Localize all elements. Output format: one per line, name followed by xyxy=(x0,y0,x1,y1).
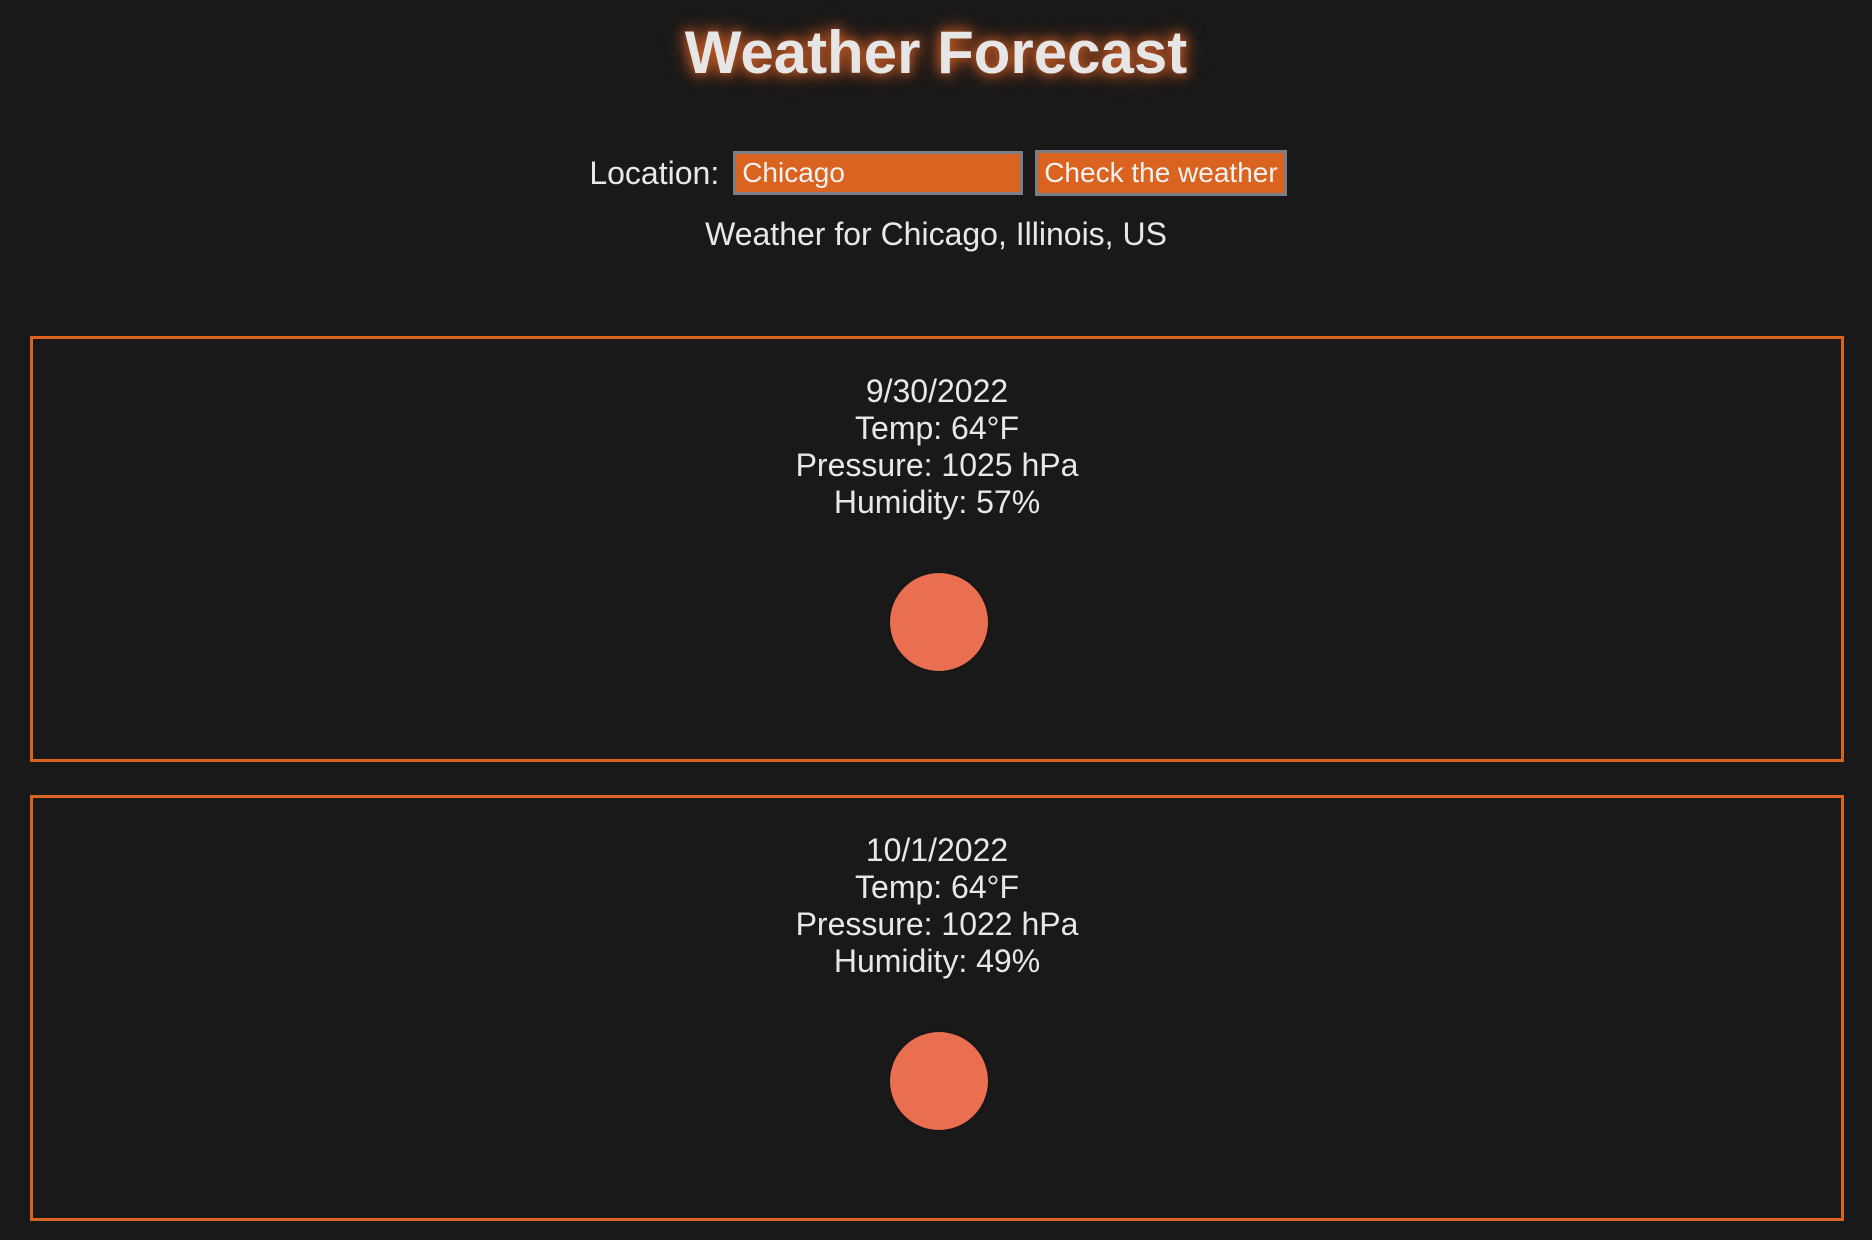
sun-icon xyxy=(890,1032,988,1130)
sun-icon xyxy=(890,573,988,671)
location-label: Location: xyxy=(589,154,720,191)
forecast-humidity: Humidity: 57% xyxy=(833,484,1041,520)
check-weather-button[interactable]: Check the weather xyxy=(1035,150,1287,196)
weather-app: Weather Forecast Location: Check the wea… xyxy=(0,0,1872,1240)
search-bar: Location: Check the weather xyxy=(0,150,1872,196)
forecast-pressure: Pressure: 1022 hPa xyxy=(795,906,1079,942)
forecast-details: 10/1/2022 Temp: 64°F Pressure: 1022 hPa … xyxy=(33,798,1841,980)
forecast-card: 9/30/2022 Temp: 64°F Pressure: 1025 hPa … xyxy=(30,336,1844,762)
location-result-heading: Weather for Chicago, Illinois, US xyxy=(705,216,1167,252)
forecast-card: 10/1/2022 Temp: 64°F Pressure: 1022 hPa … xyxy=(30,795,1844,1221)
forecast-temp: Temp: 64°F xyxy=(855,410,1019,446)
forecast-humidity: Humidity: 49% xyxy=(833,943,1041,979)
forecast-pressure: Pressure: 1025 hPa xyxy=(795,447,1079,483)
forecast-temp: Temp: 64°F xyxy=(855,869,1019,905)
page-title: Weather Forecast xyxy=(684,19,1188,86)
forecast-details: 9/30/2022 Temp: 64°F Pressure: 1025 hPa … xyxy=(33,339,1841,521)
location-input[interactable] xyxy=(733,151,1024,195)
forecast-date: 10/1/2022 xyxy=(865,832,1009,868)
forecast-date: 9/30/2022 xyxy=(865,373,1009,409)
